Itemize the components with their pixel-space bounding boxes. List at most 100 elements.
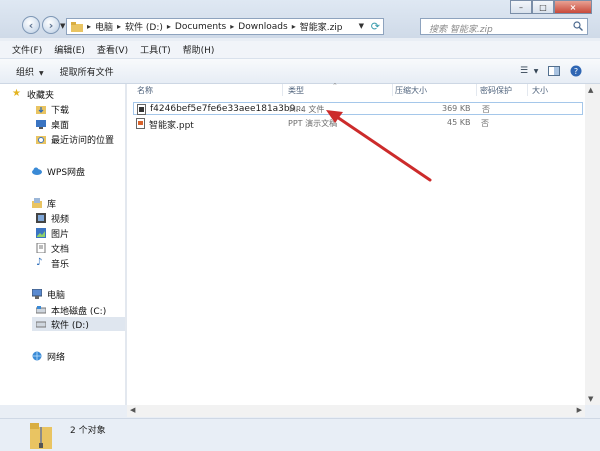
menu-file[interactable]: 文件(F) — [12, 43, 42, 56]
help-icon[interactable]: ? — [568, 64, 584, 78]
column-divider[interactable] — [282, 84, 283, 96]
nav-computer[interactable]: 电脑 — [32, 287, 65, 301]
breadcrumb-separator-icon: ▸ — [87, 22, 92, 31]
drive-icon — [36, 306, 46, 314]
breadcrumb-computer[interactable]: 电脑 — [95, 20, 113, 33]
preview-pane-icon[interactable] — [546, 64, 562, 78]
back-button[interactable]: ‹ — [22, 16, 40, 34]
file-row[interactable]: 智能家.ppt PPT 演示文稿 45 KB 否 — [133, 117, 583, 131]
menu-bar: 文件(F) 编辑(E) 查看(V) 工具(T) 帮助(H) — [0, 41, 600, 59]
close-button[interactable]: × — [554, 0, 592, 14]
search-icon[interactable] — [573, 21, 583, 31]
nav-network[interactable]: 网络 — [32, 349, 65, 363]
nav-drive-d[interactable]: 软件 (D:) — [32, 317, 126, 331]
vertical-scrollbar[interactable]: ▲ ▼ — [585, 84, 600, 405]
column-compressed-size[interactable]: 压缩大小 — [395, 85, 427, 96]
nav-wps-label: WPS网盘 — [47, 167, 86, 178]
window-controls: – □ × — [510, 0, 592, 14]
breadcrumb-drive-d[interactable]: 软件 (D:) — [125, 20, 163, 33]
forward-arrow-icon: › — [48, 18, 54, 32]
scroll-up-icon[interactable]: ▲ — [588, 86, 593, 94]
organize-button[interactable]: 组织 ▼ — [16, 65, 44, 78]
menu-edit[interactable]: 编辑(E) — [54, 43, 85, 56]
nav-documents[interactable]: 文档 — [36, 241, 69, 255]
menu-view[interactable]: 查看(V) — [97, 43, 128, 56]
address-dropdown-icon[interactable]: ▼ — [359, 22, 364, 30]
view-dropdown-icon[interactable]: ▼ — [532, 64, 540, 78]
nav-recent[interactable]: 最近访问的位置 — [36, 132, 114, 146]
column-divider[interactable] — [392, 84, 393, 96]
explorer-window: ‹ › ▼ ▸ 电脑 ▸ 软件 (D:) ▸ Documents ▸ Downl… — [0, 0, 600, 451]
library-icon — [32, 198, 42, 208]
nav-recent-label: 最近访问的位置 — [51, 135, 115, 146]
nav-wps-drive[interactable]: WPS网盘 — [32, 164, 85, 178]
file-name: f4246bef5e7fe6e33aee181a3b9... — [150, 104, 304, 114]
forward-button[interactable]: › — [42, 16, 60, 34]
breadcrumb-separator-icon: ▸ — [117, 22, 122, 31]
file-row[interactable]: f4246bef5e7fe6e33aee181a3b9... MP4 文件 36… — [133, 102, 583, 115]
search-box[interactable]: 搜索 智能家.zip — [420, 18, 588, 35]
sort-arrow-icon: ⌃ — [332, 82, 338, 90]
close-icon: × — [569, 2, 577, 12]
menu-help[interactable]: 帮助(H) — [183, 43, 215, 56]
nav-drive-d-label: 软件 (D:) — [51, 320, 89, 331]
refresh-icon[interactable]: ⟳ — [371, 20, 380, 33]
horizontal-scrollbar[interactable]: ◀ ▶ — [127, 405, 585, 417]
nav-drive-c-label: 本地磁盘 (C:) — [51, 306, 107, 317]
nav-music-label: 音乐 — [51, 259, 70, 270]
file-compressed-size: 45 KB — [447, 118, 471, 127]
minimize-button[interactable]: – — [510, 0, 532, 14]
network-icon — [32, 351, 42, 361]
file-type: MP4 文件 — [289, 105, 325, 114]
column-size[interactable]: 大小 — [532, 85, 548, 96]
zip-folder-icon — [30, 423, 52, 449]
nav-favorites-label: 收藏夹 — [27, 90, 55, 101]
menu-tools[interactable]: 工具(T) — [140, 43, 171, 56]
dropdown-arrow-icon: ▼ — [39, 69, 44, 77]
maximize-button[interactable]: □ — [532, 0, 554, 14]
scroll-down-icon[interactable]: ▼ — [588, 395, 593, 403]
nav-network-label: 网络 — [47, 352, 66, 363]
change-view-icon[interactable]: ☰ — [516, 64, 532, 78]
breadcrumb-zip[interactable]: 智能家.zip — [300, 20, 343, 33]
extract-all-button[interactable]: 提取所有文件 — [60, 65, 114, 78]
minimize-icon: – — [519, 2, 523, 12]
search-placeholder: 搜索 智能家.zip — [429, 25, 493, 35]
command-bar: 组织 ▼ 提取所有文件 ☰ ▼ ? — [0, 59, 600, 84]
nav-documents-label: 文档 — [51, 244, 70, 255]
breadcrumb-separator-icon: ▸ — [291, 22, 296, 31]
nav-drive-c[interactable]: 本地磁盘 (C:) — [36, 303, 106, 317]
breadcrumb-separator-icon: ▸ — [230, 22, 235, 31]
cloud-icon — [32, 167, 42, 175]
address-bar[interactable]: ▸ 电脑 ▸ 软件 (D:) ▸ Documents ▸ Downloads ▸… — [66, 18, 384, 35]
column-divider[interactable] — [476, 84, 477, 96]
nav-downloads[interactable]: 下载 — [36, 102, 69, 116]
scroll-right-icon[interactable]: ▶ — [577, 406, 582, 414]
help-glyph: ? — [570, 65, 582, 77]
column-divider[interactable] — [527, 84, 528, 96]
drive-icon — [36, 321, 46, 328]
nav-favorites[interactable]: ★ 收藏夹 — [12, 87, 54, 101]
file-name: 智能家.ppt — [149, 121, 194, 131]
music-icon: ♪ — [36, 257, 43, 268]
item-count: 2 个对象 — [70, 426, 106, 436]
column-password[interactable]: 密码保护 — [480, 85, 512, 96]
breadcrumb-documents[interactable]: Documents — [175, 22, 226, 32]
status-bar: 2 个对象 — [0, 418, 600, 451]
breadcrumb-downloads[interactable]: Downloads — [238, 22, 287, 32]
nav-videos[interactable]: 视频 — [36, 211, 69, 225]
nav-computer-label: 电脑 — [47, 290, 66, 301]
column-type[interactable]: 类型 — [288, 85, 304, 96]
column-header: 名称 ⌃ 类型 压缩大小 密码保护 大小 — [127, 82, 585, 96]
file-type: PPT 演示文稿 — [288, 119, 338, 128]
nav-music[interactable]: ♪ 音乐 — [36, 256, 69, 270]
nav-pictures[interactable]: 图片 — [36, 226, 69, 240]
desktop-icon — [36, 120, 46, 129]
nav-library[interactable]: 库 — [32, 196, 56, 210]
nav-desktop[interactable]: 桌面 — [36, 117, 69, 131]
column-name[interactable]: 名称 — [137, 85, 153, 96]
scroll-left-icon[interactable]: ◀ — [130, 406, 135, 414]
recent-places-icon — [36, 136, 46, 144]
video-file-icon — [137, 104, 146, 115]
preview-pane-glyph — [548, 66, 560, 76]
